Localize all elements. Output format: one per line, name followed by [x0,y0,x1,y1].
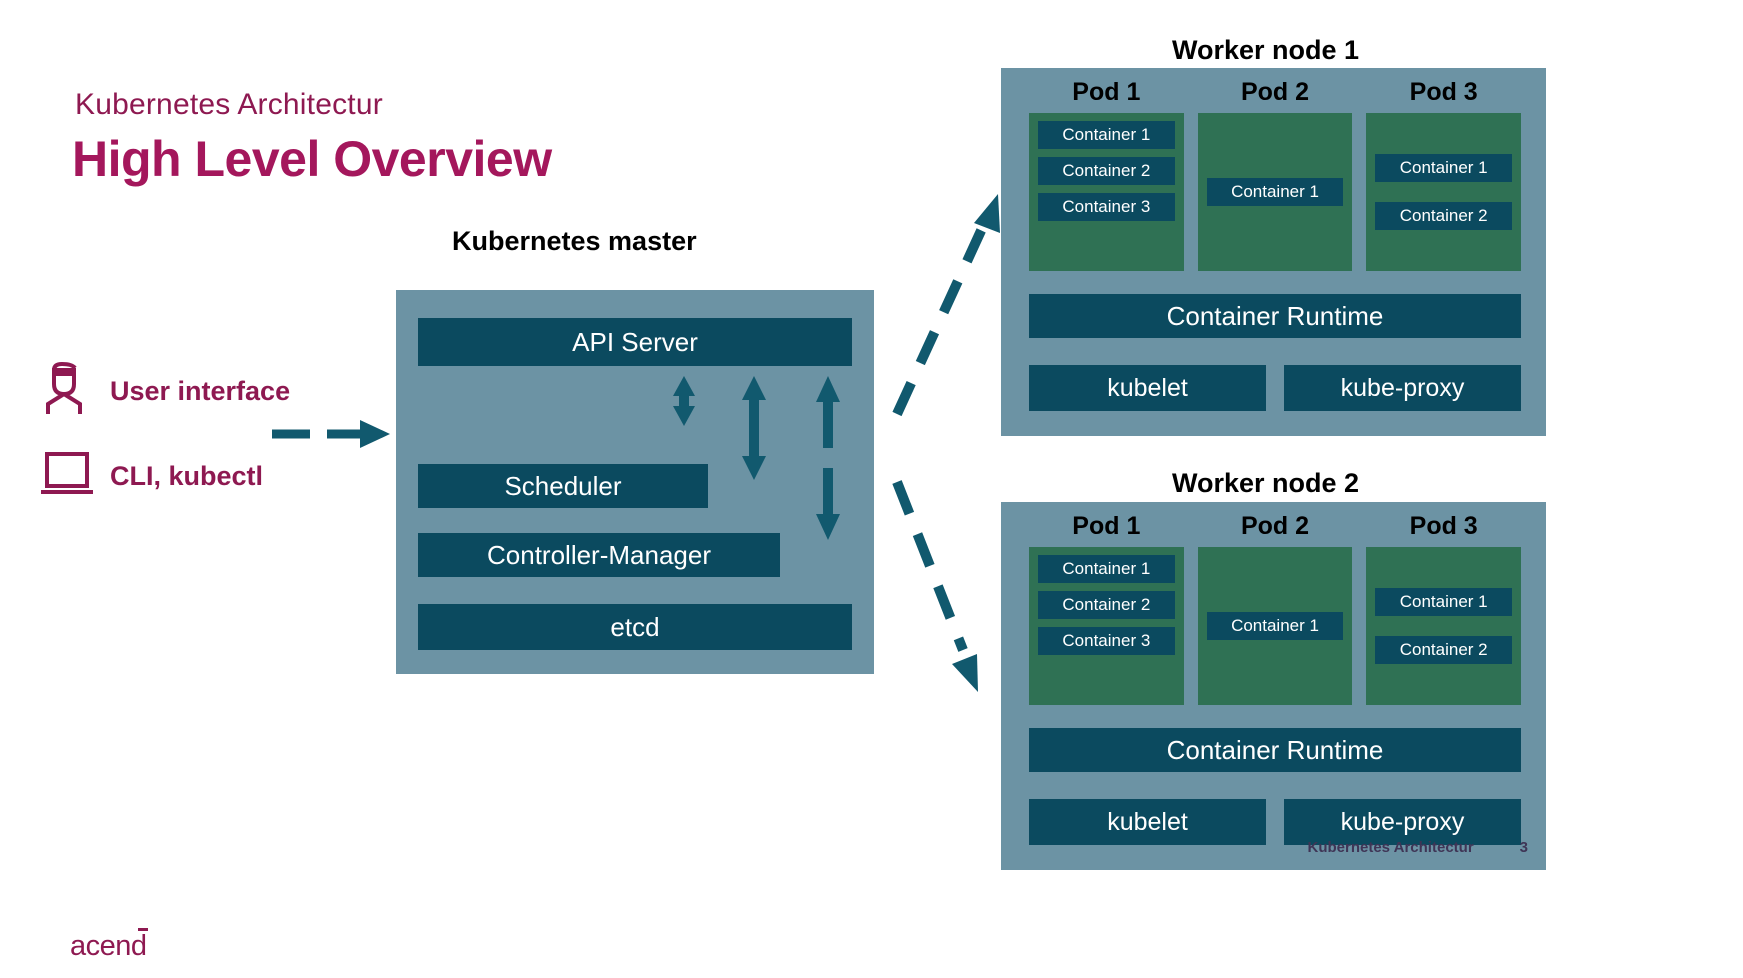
pods-row: Pod 1 Container 1 Container 2 Container … [1029,512,1522,705]
pod-body: Container 1 Container 2 Container 3 [1029,547,1184,705]
acend-logo: acend [70,928,148,963]
container-chip[interactable]: Container 1 [1038,121,1175,149]
container-chip[interactable]: Container 2 [1038,591,1175,619]
slide-footer: Kubernetes Architectur 3 [1308,839,1529,856]
component-controller-manager[interactable]: Controller-Manager [418,533,780,577]
acend-logo-text: acend [70,928,148,962]
component-scheduler[interactable]: Scheduler [418,464,708,508]
worker-node-2-title: Worker node 2 [1172,468,1360,498]
laptop-icon [38,445,96,508]
pod-2: Pod 2 Container 1 [1197,512,1353,705]
pods-row: Pod 1 Container 1 Container 2 Container … [1029,78,1522,271]
container-runtime-bar[interactable]: Container Runtime [1029,294,1521,338]
container-chip[interactable]: Container 1 [1206,612,1344,640]
pod-label: Pod 1 [1072,78,1141,106]
pod-label: Pod 2 [1240,78,1310,106]
page-number: 3 [1519,839,1528,856]
container-chip[interactable]: Container 3 [1038,193,1175,221]
container-chip[interactable]: Container 1 [1375,588,1513,616]
master-title: Kubernetes master [452,226,697,256]
container-chip[interactable]: Container 1 [1038,555,1175,583]
worker-node-2-panel: Pod 1 Container 1 Container 2 Container … [1001,502,1546,870]
container-chip[interactable]: Container 2 [1038,157,1175,185]
pod-body: Container 1 [1197,113,1353,271]
pod-3: Pod 3 Container 1 Container 2 [1366,78,1522,271]
kubelet-bar[interactable]: kubelet [1029,365,1266,411]
container-runtime-bar[interactable]: Container Runtime [1029,728,1521,772]
pod-2: Pod 2 Container 1 [1197,78,1353,271]
container-chip[interactable]: Container 3 [1038,627,1175,655]
pod-1: Pod 1 Container 1 Container 2 Container … [1029,512,1184,705]
container-chip[interactable]: Container 1 [1375,154,1513,182]
footer-title: Kubernetes Architectur [1307,839,1474,856]
pod-label: Pod 3 [1409,512,1478,540]
pod-label: Pod 1 [1072,512,1141,540]
slide-canvas: Kubernetes Architectur High Level Overvi… [0,0,1743,978]
slide-kicker: Kubernetes Architectur [75,88,383,121]
pod-body: Container 1 [1197,547,1353,705]
container-chip[interactable]: Container 2 [1375,636,1513,664]
pod-body: Container 1 Container 2 Container 3 [1029,113,1184,271]
pod-body: Container 1 Container 2 [1366,547,1522,705]
pod-1: Pod 1 Container 1 Container 2 Container … [1029,78,1184,271]
pod-body: Container 1 Container 2 [1366,113,1522,271]
page-title: High Level Overview [72,131,552,187]
pod-label: Pod 2 [1240,512,1310,540]
actor-label: User interface [110,376,291,406]
user-icon [38,360,96,423]
worker-node-1-title: Worker node 1 [1172,35,1360,65]
kube-proxy-bar[interactable]: kube-proxy [1284,365,1521,411]
pod-label: Pod 3 [1409,78,1478,106]
actor-user-interface: User interface [38,360,290,423]
daemons-row: kubelet kube-proxy [1029,365,1521,411]
worker-node-1-panel: Pod 1 Container 1 Container 2 Container … [1001,68,1546,436]
actor-label: CLI, kubectl [110,461,264,491]
container-chip[interactable]: Container 2 [1375,202,1513,230]
kubernetes-master-panel: API Server Scheduler Controller-Manager … [396,290,874,674]
component-api-server[interactable]: API Server [418,318,852,366]
container-chip[interactable]: Container 1 [1206,178,1344,206]
actor-cli-kubectl: CLI, kubectl [38,445,263,508]
pod-3: Pod 3 Container 1 Container 2 [1366,512,1522,705]
component-etcd[interactable]: etcd [418,604,852,650]
kubelet-bar[interactable]: kubelet [1029,799,1266,845]
